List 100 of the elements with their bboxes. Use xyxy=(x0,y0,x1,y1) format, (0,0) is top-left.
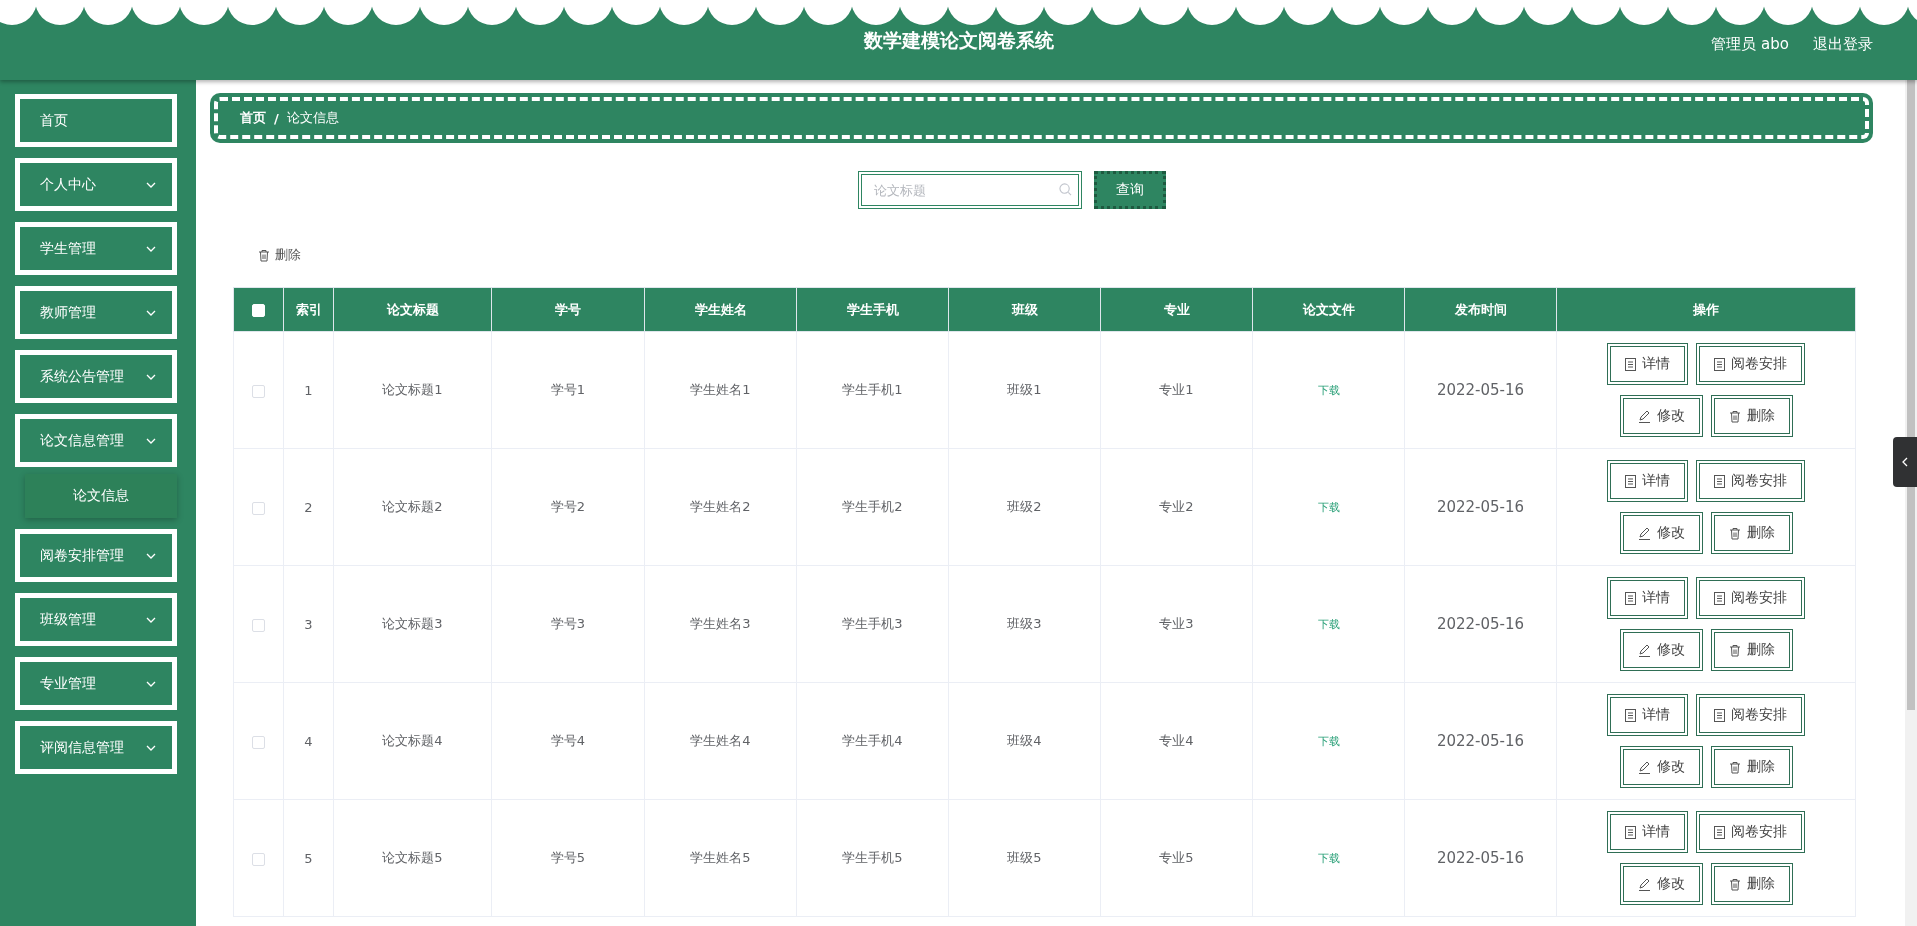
action-button[interactable]: 修改 xyxy=(1619,629,1703,671)
row-checkbox[interactable] xyxy=(252,501,265,515)
table-cell: 专业5 xyxy=(1100,799,1253,917)
document-icon xyxy=(1714,474,1725,488)
document-icon xyxy=(1714,591,1725,605)
action-button[interactable]: 详情 xyxy=(1607,811,1688,853)
logout-link[interactable]: 退出登录 xyxy=(1813,35,1873,54)
download-link[interactable]: 下载 xyxy=(1317,501,1340,514)
menu-item[interactable]: 专业管理 xyxy=(15,657,177,710)
table-cell: 1 xyxy=(283,331,334,449)
menu-label: 班级管理 xyxy=(40,610,97,629)
download-link[interactable]: 下载 xyxy=(1317,384,1340,397)
chevron-down-icon xyxy=(146,373,156,380)
download-link[interactable]: 下载 xyxy=(1317,735,1340,748)
table-cell: 专业1 xyxy=(1100,331,1253,449)
column-header: 论文文件 xyxy=(1252,287,1405,332)
menu-item[interactable]: 个人中心 xyxy=(15,158,177,211)
table-cell: 学生姓名5 xyxy=(644,799,797,917)
action-button[interactable]: 删除 xyxy=(1710,395,1793,437)
table-cell: 专业4 xyxy=(1100,682,1253,800)
row-checkbox[interactable] xyxy=(252,735,265,749)
column-header: 发布时间 xyxy=(1404,287,1557,332)
chevron-down-icon xyxy=(146,181,156,188)
trash-icon xyxy=(1728,877,1741,891)
menu-item[interactable]: 教师管理 xyxy=(15,286,177,339)
menu-label: 阅卷安排管理 xyxy=(40,546,125,565)
column-header: 班级 xyxy=(948,287,1101,332)
column-header: 索引 xyxy=(283,287,334,332)
action-button[interactable]: 详情 xyxy=(1607,577,1688,619)
action-button[interactable]: 删除 xyxy=(1710,863,1793,905)
chevron-down-icon xyxy=(146,552,156,559)
chevron-down-icon xyxy=(146,245,156,252)
menu-item[interactable]: 班级管理 xyxy=(15,593,177,646)
menu-item[interactable]: 论文信息管理 xyxy=(15,414,177,467)
action-button[interactable]: 删除 xyxy=(1710,629,1793,671)
menu-label: 评阅信息管理 xyxy=(40,738,125,757)
table-cell: 班级3 xyxy=(948,565,1101,683)
trash-icon xyxy=(1728,643,1741,657)
table-cell: 班级4 xyxy=(948,682,1101,800)
column-header: 操作 xyxy=(1556,287,1856,332)
table-cell: 论文标题3 xyxy=(333,565,492,683)
menu-label: 论文信息管理 xyxy=(40,431,125,450)
action-button[interactable]: 删除 xyxy=(1710,746,1793,788)
document-icon xyxy=(1625,357,1636,371)
collapse-tab[interactable] xyxy=(1893,437,1917,487)
table-cell: 学生手机3 xyxy=(796,565,949,683)
chevron-down-icon xyxy=(146,616,156,623)
breadcrumb-link[interactable]: 首页 xyxy=(240,109,266,127)
table-cell: 3 xyxy=(283,565,334,683)
table-cell: 学号5 xyxy=(491,799,645,917)
menu-item[interactable]: 首页 xyxy=(15,94,177,147)
chevron-down-icon xyxy=(146,309,156,316)
action-button[interactable]: 详情 xyxy=(1607,694,1688,736)
submenu-item[interactable]: 论文信息 xyxy=(25,474,177,518)
action-button[interactable]: 阅卷安排 xyxy=(1696,343,1805,385)
menu-item[interactable]: 阅卷安排管理 xyxy=(15,529,177,582)
menu-item[interactable]: 评阅信息管理 xyxy=(15,721,177,774)
action-button[interactable]: 详情 xyxy=(1607,460,1688,502)
trash-icon xyxy=(1728,409,1741,423)
breadcrumb-link[interactable]: 论文信息 xyxy=(286,109,339,127)
menu-item[interactable]: 学生管理 xyxy=(15,222,177,275)
table-cell: 班级5 xyxy=(948,799,1101,917)
action-button[interactable]: 详情 xyxy=(1607,343,1688,385)
delete-button[interactable]: 删除 xyxy=(252,245,307,265)
table-cell: 学生手机5 xyxy=(796,799,949,917)
table-cell: 学生手机1 xyxy=(796,331,949,449)
search-field[interactable]: 论文标题 xyxy=(857,171,1082,209)
action-button[interactable]: 删除 xyxy=(1710,512,1793,554)
app-title: 数学建模论文阅卷系统 xyxy=(863,28,1054,53)
row-checkbox[interactable] xyxy=(252,618,265,632)
select-all-checkbox[interactable] xyxy=(252,304,265,317)
document-icon xyxy=(1714,708,1725,722)
download-link[interactable]: 下载 xyxy=(1317,852,1340,865)
download-link[interactable]: 下载 xyxy=(1317,618,1340,631)
date-text: 2022-05-16 xyxy=(1436,849,1525,867)
menu-label: 学生管理 xyxy=(40,239,97,258)
action-button[interactable]: 修改 xyxy=(1619,863,1703,905)
action-button[interactable]: 阅卷安排 xyxy=(1696,460,1805,502)
trash-icon xyxy=(1728,526,1741,540)
action-button[interactable]: 修改 xyxy=(1619,395,1703,437)
table-cell: 学生手机2 xyxy=(796,448,949,566)
scrollbar[interactable] xyxy=(1905,80,1917,926)
trash-icon xyxy=(1728,760,1741,774)
action-button[interactable]: 阅卷安排 xyxy=(1696,577,1805,619)
action-button[interactable]: 阅卷安排 xyxy=(1696,694,1805,736)
action-button[interactable]: 阅卷安排 xyxy=(1696,811,1805,853)
breadcrumb-separator: / xyxy=(274,110,279,126)
query-button[interactable]: 查询 xyxy=(1093,171,1166,209)
table-cell: 班级2 xyxy=(948,448,1101,566)
menu-item[interactable]: 系统公告管理 xyxy=(15,350,177,403)
document-icon xyxy=(1625,825,1636,839)
date-text: 2022-05-16 xyxy=(1436,498,1525,516)
row-checkbox[interactable] xyxy=(252,384,265,398)
action-button[interactable]: 修改 xyxy=(1619,512,1703,554)
column-header: 专业 xyxy=(1100,287,1253,332)
table-cell: 学生姓名2 xyxy=(644,448,797,566)
table-cell: 专业3 xyxy=(1100,565,1253,683)
action-button[interactable]: 修改 xyxy=(1619,746,1703,788)
table-cell: 论文标题4 xyxy=(333,682,492,800)
row-checkbox[interactable] xyxy=(252,852,265,866)
